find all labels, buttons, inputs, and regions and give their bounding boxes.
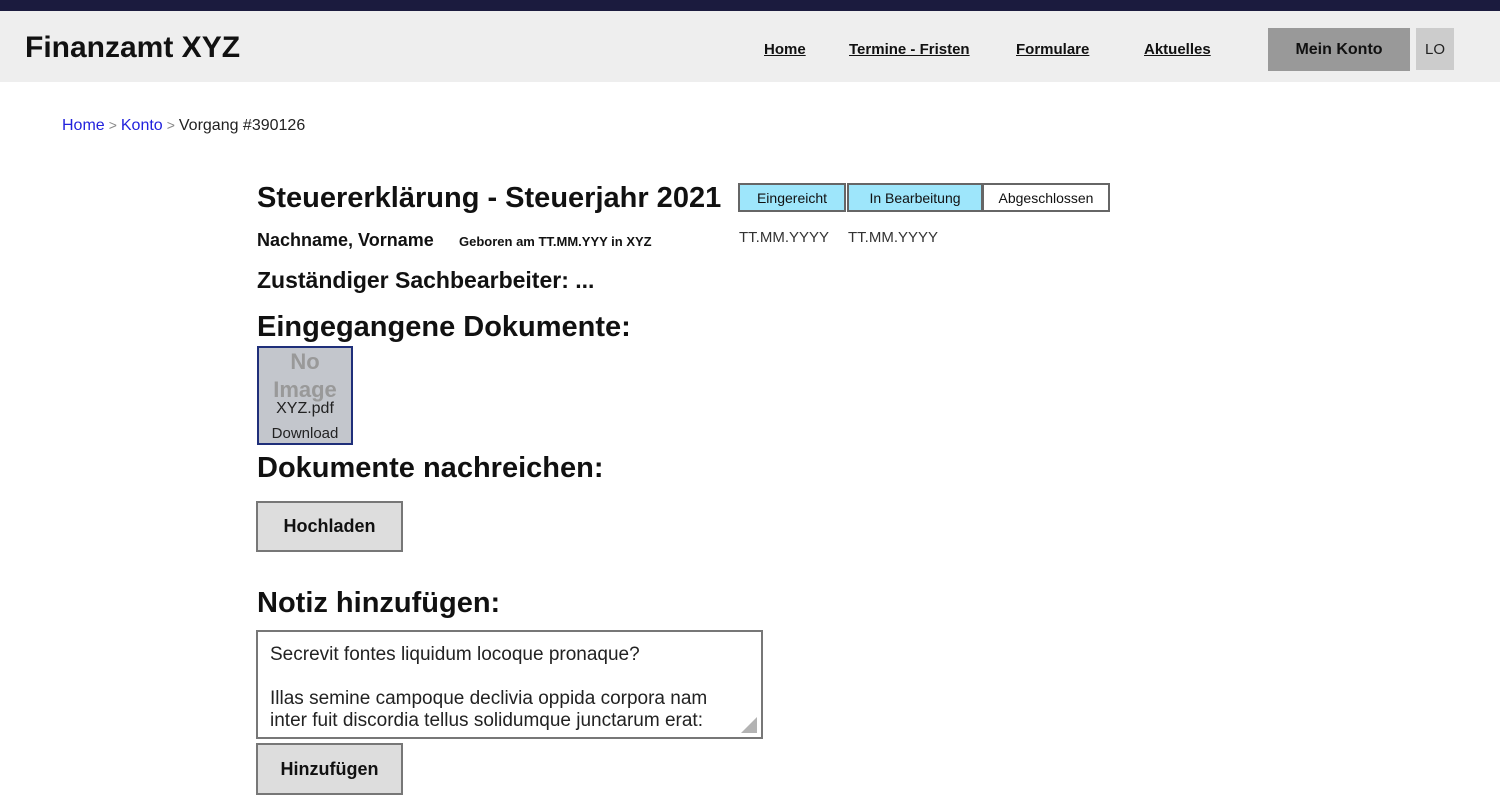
- note-text-line: Illas semine campoque declivia oppida co…: [270, 688, 708, 709]
- resize-handle-icon[interactable]: [741, 717, 757, 733]
- note-textarea[interactable]: Secrevit fontes liquidum locoque pronaqu…: [256, 630, 763, 739]
- birth-info: Geboren am TT.MM.YYY in XYZ: [459, 234, 652, 249]
- breadcrumb-separator: >: [166, 117, 175, 133]
- nav-aktuelles[interactable]: Aktuelles: [1144, 41, 1211, 58]
- breadcrumb-konto[interactable]: Konto: [121, 117, 163, 134]
- breadcrumb: Home > Konto > Vorgang #390126: [62, 117, 305, 135]
- case-worker: Zuständiger Sachbearbeiter: ...: [257, 267, 595, 293]
- page-title: Steuererklärung - Steuerjahr 2021: [257, 182, 722, 214]
- top-strip: [0, 0, 1500, 11]
- note-heading: Notiz hinzufügen:: [257, 587, 501, 619]
- breadcrumb-home[interactable]: Home: [62, 117, 105, 134]
- note-text-line: inter fuit discordia tellus solidumque j…: [270, 710, 703, 731]
- document-download-link[interactable]: Download: [259, 425, 351, 442]
- upload-heading: Dokumente nachreichen:: [257, 452, 604, 484]
- site-header: Finanzamt XYZ Home Termine - Fristen For…: [0, 11, 1500, 82]
- document-thumbnail: No Image: [259, 348, 351, 404]
- upload-button[interactable]: Hochladen: [256, 501, 403, 552]
- breadcrumb-current: Vorgang #390126: [178, 117, 306, 134]
- status-step-in-bearbeitung: In Bearbeitung: [847, 183, 983, 212]
- status-date-in-bearbeitung: TT.MM.YYYY: [848, 229, 939, 246]
- my-account-button[interactable]: Mein Konto: [1268, 28, 1410, 71]
- status-step-eingereicht: Eingereicht: [738, 183, 846, 212]
- logout-button[interactable]: LO: [1416, 28, 1454, 70]
- status-step-abgeschlossen: Abgeschlossen: [982, 183, 1110, 212]
- person-name: Nachname, Vorname: [257, 230, 434, 250]
- nav-home[interactable]: Home: [764, 41, 806, 58]
- nav-formulare[interactable]: Formulare: [1016, 41, 1089, 58]
- document-card[interactable]: No Image XYZ.pdf Download: [257, 346, 353, 445]
- thumbnail-placeholder-line: Image: [273, 377, 337, 402]
- nav-termine-fristen[interactable]: Termine - Fristen: [849, 41, 970, 58]
- documents-heading: Eingegangene Dokumente:: [257, 311, 631, 343]
- thumbnail-placeholder-line: No: [290, 349, 320, 374]
- site-logo[interactable]: Finanzamt XYZ: [25, 31, 240, 65]
- status-date-eingereicht: TT.MM.YYYY: [739, 229, 830, 246]
- document-filename: XYZ.pdf: [276, 400, 334, 417]
- note-text-line: Secrevit fontes liquidum locoque pronaqu…: [270, 644, 640, 665]
- breadcrumb-separator: >: [108, 117, 117, 133]
- add-note-button[interactable]: Hinzufügen: [256, 743, 403, 795]
